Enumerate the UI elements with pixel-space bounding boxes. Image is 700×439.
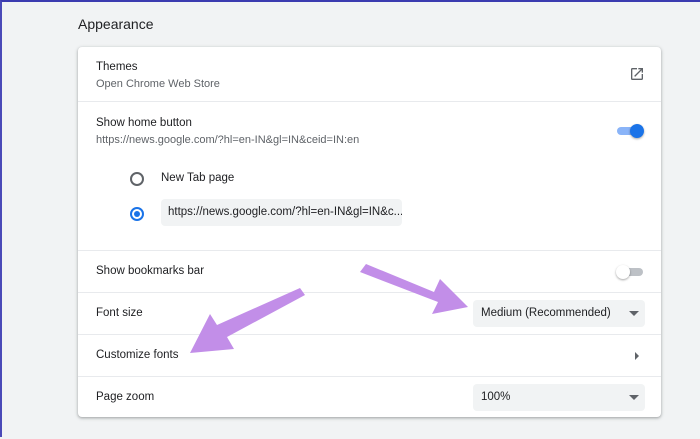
- toggle-knob: [630, 124, 644, 138]
- caret-down-icon: [629, 395, 639, 400]
- themes-sublabel: Open Chrome Web Store: [96, 78, 220, 90]
- page-zoom-select[interactable]: 100%: [473, 384, 645, 411]
- radio-new-tab-page[interactable]: [130, 172, 144, 186]
- themes-row[interactable]: Themes Open Chrome Web Store: [78, 47, 661, 101]
- radio-custom-url[interactable]: [130, 207, 144, 221]
- radio-new-tab-page-label: New Tab page: [161, 172, 235, 184]
- font-size-label: Font size: [96, 307, 143, 319]
- caret-down-icon: [629, 311, 639, 316]
- home-button-toggle[interactable]: [617, 124, 644, 138]
- bookmarks-bar-toggle[interactable]: [616, 265, 643, 279]
- font-size-row: Font size Medium (Recommended): [78, 292, 661, 334]
- home-button-label: Show home button: [96, 117, 192, 129]
- home-button-url: https://news.google.com/?hl=en-IN&gl=IN&…: [96, 134, 360, 146]
- page-zoom-row: Page zoom 100%: [78, 376, 661, 417]
- customize-fonts-row[interactable]: Customize fonts: [78, 334, 661, 376]
- open-in-new-icon[interactable]: [629, 66, 645, 82]
- home-button-row: Show home button https://news.google.com…: [78, 101, 661, 250]
- toggle-knob: [616, 265, 630, 279]
- customize-fonts-label: Customize fonts: [96, 349, 179, 361]
- bookmarks-bar-row[interactable]: Show bookmarks bar: [78, 250, 661, 292]
- page-zoom-label: Page zoom: [96, 391, 155, 403]
- section-title: Appearance: [78, 16, 154, 32]
- page-zoom-value: 100%: [481, 391, 511, 403]
- appearance-card: Themes Open Chrome Web Store Show home b…: [78, 47, 661, 417]
- chevron-right-icon: [635, 352, 639, 360]
- custom-url-input[interactable]: https://news.google.com/?hl=en-IN&gl=IN&…: [161, 199, 402, 226]
- font-size-value: Medium (Recommended): [481, 307, 611, 319]
- bookmarks-bar-label: Show bookmarks bar: [96, 265, 205, 277]
- font-size-select[interactable]: Medium (Recommended): [473, 300, 645, 327]
- themes-label: Themes: [96, 61, 138, 73]
